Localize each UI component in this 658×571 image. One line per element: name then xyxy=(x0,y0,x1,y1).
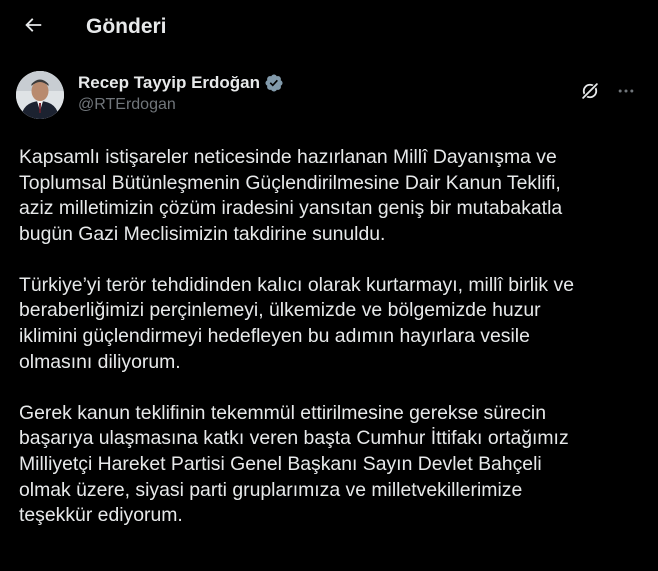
arrow-left-icon xyxy=(22,14,44,41)
text-line: Türkiye’yi terör tehdidinden kalıcı olar… xyxy=(19,273,574,296)
more-horizontal-icon xyxy=(616,81,636,106)
post-paragraph: Türkiye’yi terör tehdidinden kalıcı olar… xyxy=(19,273,638,375)
verified-badge-icon[interactable] xyxy=(264,73,284,93)
author-meta: Recep Tayyip Erdoğan @RTErdogan xyxy=(78,73,284,114)
text-line: bugün Gazi Meclisimizin takdirine sunuld… xyxy=(19,222,386,245)
text-line: olmasını diliyorum. xyxy=(19,350,181,373)
text-line: iklimini güçlendirmeyi hedefleyen bu adı… xyxy=(19,325,530,348)
page-title: Gönderi xyxy=(86,15,167,38)
post-paragraph: Gerek kanun teklifinin tekemmül ettirilm… xyxy=(19,401,638,529)
page-header: Gönderi xyxy=(0,0,658,54)
text-line: Kapsamlı istişareler neticesinde hazırla… xyxy=(19,146,557,168)
text-line: Milliyetçi Hareket Partisi Genel Başkanı… xyxy=(19,452,542,475)
grok-button[interactable] xyxy=(576,79,604,107)
name-line: Recep Tayyip Erdoğan xyxy=(78,73,284,93)
more-button[interactable] xyxy=(612,79,640,107)
post-detail-page: Gönderi Recep Tayyip Erdoğan @RTErdogan … xyxy=(0,0,658,571)
text-line: aziz milletimizin çözüm iradesini yansıt… xyxy=(19,197,563,220)
back-button[interactable] xyxy=(16,10,50,44)
post-paragraph: Kapsamlı istişareler neticesinde hazırla… xyxy=(19,145,638,247)
text-line: Toplumsal Bütünleşmenin Güçlendirilmesin… xyxy=(19,171,561,194)
text-line: teşekkür ediyorum. xyxy=(19,504,183,527)
text-line: olmak üzere, siyasi parti gruplarımıza v… xyxy=(19,478,523,501)
author-handle[interactable]: @RTErdogan xyxy=(78,96,284,114)
author-display-name[interactable]: Recep Tayyip Erdoğan xyxy=(78,73,260,93)
text-line: beraberliğimizi perçinlemeyi, ülkemizde … xyxy=(19,299,541,322)
avatar[interactable] xyxy=(16,71,64,119)
text-line: başarıya ulaşmasına katkı veren başta Cu… xyxy=(19,427,569,450)
post-author: Recep Tayyip Erdoğan @RTErdogan xyxy=(0,67,658,131)
post-text: Kapsamlı istişareler neticesinde hazırla… xyxy=(0,131,658,529)
text-line: Gerek kanun teklifinin tekemmül ettirilm… xyxy=(19,401,547,424)
grok-icon xyxy=(579,80,601,107)
